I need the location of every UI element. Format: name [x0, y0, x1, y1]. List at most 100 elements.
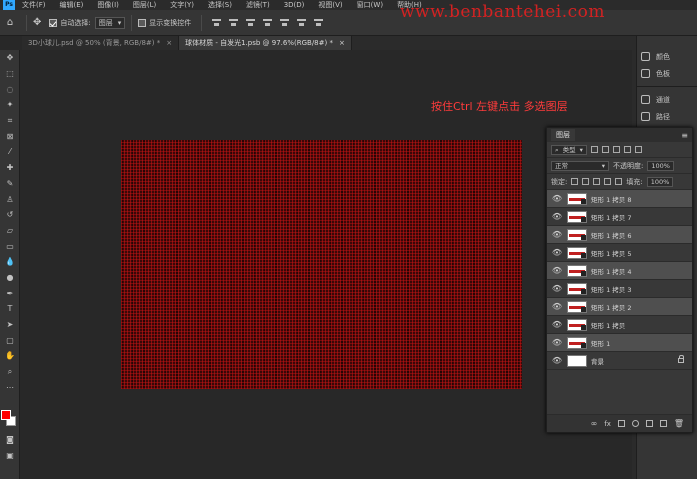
layer-row[interactable]: 👁 矩形 1 拷贝 2: [547, 298, 692, 316]
blend-mode-dropdown[interactable]: 正常 ▾: [551, 160, 609, 171]
eraser-tool-icon[interactable]: ▱: [0, 223, 20, 239]
link-layers-icon[interactable]: ∞: [591, 419, 598, 428]
auto-select-checkbox[interactable]: [49, 18, 58, 27]
history-brush-tool-icon[interactable]: ↺: [0, 207, 20, 223]
document-canvas[interactable]: [121, 140, 522, 389]
add-mask-icon[interactable]: [617, 420, 625, 427]
magic-wand-tool-icon[interactable]: ✦: [0, 97, 20, 113]
new-group-icon[interactable]: [645, 420, 653, 427]
layer-row[interactable]: 👁 矩形 1 拷贝 5: [547, 244, 692, 262]
tab-3d-ball[interactable]: 3D小球儿.psd @ 50% (背景, RGB/8#) * ×: [22, 36, 180, 50]
align-top-icon[interactable]: [263, 18, 273, 27]
filter-kind-dropdown[interactable]: ⌕ 类型 ▾: [551, 144, 587, 155]
lock-position-icon[interactable]: [593, 178, 601, 185]
crop-tool-icon[interactable]: ⌗: [0, 113, 20, 129]
filter-shape-icon[interactable]: [623, 146, 631, 153]
move-tool-icon[interactable]: ✥: [0, 50, 20, 66]
menu-layer[interactable]: 图层(L): [133, 0, 156, 10]
menu-view[interactable]: 视图(V): [318, 0, 342, 10]
filter-smart-object-icon[interactable]: [634, 146, 642, 153]
layer-row[interactable]: 👁 矩形 1 拷贝 4: [547, 262, 692, 280]
layer-row[interactable]: 👁 矩形 1 拷贝 8: [547, 190, 692, 208]
filter-type-icon[interactable]: [612, 146, 620, 153]
lasso-tool-icon[interactable]: ◌: [0, 81, 20, 97]
path-select-tool-icon[interactable]: ➤: [0, 317, 20, 333]
trash-icon[interactable]: 🗑: [674, 419, 684, 428]
layer-row[interactable]: 👁 矩形 1 拷贝: [547, 316, 692, 334]
shape-tool-icon[interactable]: ▢: [0, 332, 20, 348]
hand-tool-icon[interactable]: ✋: [0, 348, 20, 364]
dodge-tool-icon[interactable]: ●: [0, 270, 20, 286]
tab-sphere-material[interactable]: 球体材质 - 自发光1.psb @ 97.6%(RGB/8#) * ×: [179, 36, 352, 50]
lock-transparent-icon[interactable]: [571, 178, 579, 185]
panel-swatches[interactable]: 色板: [637, 65, 697, 82]
layer-row[interactable]: 👁 矩形 1 拷贝 7: [547, 208, 692, 226]
frame-tool-icon[interactable]: ⊠: [0, 128, 20, 144]
visibility-eye-icon[interactable]: 👁: [551, 284, 563, 293]
menu-type[interactable]: 文字(Y): [170, 0, 194, 10]
filter-adjustment-icon[interactable]: [601, 146, 609, 153]
layer-row[interactable]: 👁 矩形 1 拷贝 6: [547, 226, 692, 244]
menu-image[interactable]: 图像(I): [97, 0, 119, 10]
lock-all-icon[interactable]: [615, 178, 623, 185]
home-icon[interactable]: ⌂: [0, 17, 20, 28]
panel-color[interactable]: 颜色: [637, 48, 697, 65]
close-icon[interactable]: ×: [339, 36, 345, 50]
menu-edit[interactable]: 编辑(E): [60, 0, 84, 10]
distribute-icon[interactable]: [314, 18, 324, 27]
panel-menu-icon[interactable]: ≡: [681, 131, 688, 140]
opacity-input[interactable]: 100%: [647, 160, 674, 171]
healing-tool-icon[interactable]: ✚: [0, 160, 20, 176]
visibility-eye-icon[interactable]: 👁: [551, 302, 563, 311]
lock-artboard-icon[interactable]: [604, 178, 612, 185]
visibility-eye-icon[interactable]: 👁: [551, 356, 563, 365]
visibility-eye-icon[interactable]: 👁: [551, 194, 563, 203]
align-right-icon[interactable]: [246, 18, 256, 27]
blur-tool-icon[interactable]: 💧: [0, 254, 20, 270]
zoom-tool-icon[interactable]: ⌕: [0, 364, 20, 380]
align-middle-icon[interactable]: [280, 18, 290, 27]
show-transform-checkbox[interactable]: [138, 18, 147, 27]
visibility-eye-icon[interactable]: 👁: [551, 266, 563, 275]
brush-tool-icon[interactable]: ✎: [0, 176, 20, 192]
new-layer-icon[interactable]: [659, 420, 667, 427]
pen-tool-icon[interactable]: ✒: [0, 285, 20, 301]
eyedropper-tool-icon[interactable]: ⁄: [0, 144, 20, 160]
quick-mask-icon[interactable]: ◙: [0, 432, 20, 448]
more-tools-icon[interactable]: ⋯: [0, 379, 20, 395]
screen-mode-icon[interactable]: ▣: [0, 448, 20, 464]
filter-pixel-icon[interactable]: [590, 146, 598, 153]
auto-select-target-dropdown[interactable]: 图层 ▾: [94, 16, 126, 29]
visibility-eye-icon[interactable]: 👁: [551, 338, 563, 347]
layer-style-icon[interactable]: fx: [604, 420, 611, 428]
visibility-eye-icon[interactable]: 👁: [551, 320, 563, 329]
gradient-tool-icon[interactable]: ▭: [0, 238, 20, 254]
menu-file[interactable]: 文件(F): [22, 0, 46, 10]
background-layer-row[interactable]: 👁 背景: [547, 352, 692, 370]
visibility-eye-icon[interactable]: 👁: [551, 230, 563, 239]
move-tool-icon[interactable]: ✥: [33, 17, 41, 28]
layer-row[interactable]: 👁 矩形 1 拷贝 3: [547, 280, 692, 298]
menu-filter[interactable]: 滤镜(T): [246, 0, 270, 10]
lock-image-icon[interactable]: [582, 178, 590, 185]
stamp-tool-icon[interactable]: ♙: [0, 191, 20, 207]
marquee-tool-icon[interactable]: ⬚: [0, 66, 20, 82]
type-tool-icon[interactable]: T: [0, 301, 20, 317]
menu-select[interactable]: 选择(S): [208, 0, 232, 10]
layer-row[interactable]: 👁 矩形 1: [547, 334, 692, 352]
panel-channels[interactable]: 通道: [637, 91, 697, 108]
app-logo[interactable]: Ps: [3, 0, 15, 10]
fill-input[interactable]: 100%: [646, 176, 674, 187]
menu-window[interactable]: 窗口(W): [357, 0, 383, 10]
close-icon[interactable]: ×: [166, 36, 172, 50]
align-center-icon[interactable]: [229, 18, 239, 27]
adjustment-layer-icon[interactable]: [631, 420, 639, 427]
foreground-color-swatch[interactable]: [1, 410, 11, 420]
visibility-eye-icon[interactable]: 👁: [551, 212, 563, 221]
align-left-icon[interactable]: [212, 18, 222, 27]
tab-layers[interactable]: 图层: [551, 129, 575, 141]
align-bottom-icon[interactable]: [297, 18, 307, 27]
menu-3d[interactable]: 3D(D): [284, 0, 305, 10]
panel-paths[interactable]: 路径: [637, 108, 697, 125]
visibility-eye-icon[interactable]: 👁: [551, 248, 563, 257]
